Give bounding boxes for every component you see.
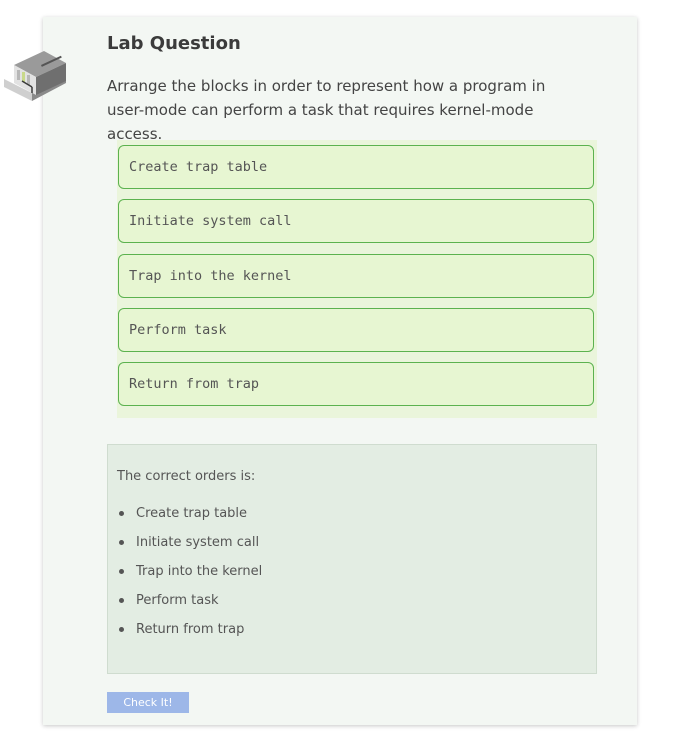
bullet-icon [119, 627, 124, 632]
answer-list: Create trap table Initiate system call T… [108, 505, 262, 650]
draggable-block[interactable]: Trap into the kernel [118, 254, 594, 298]
page-title: Lab Question [107, 33, 241, 54]
bullet-icon [119, 540, 124, 545]
answer-item-text: Perform task [136, 593, 219, 608]
answer-list-item: Return from trap [108, 621, 262, 650]
bullet-icon [119, 569, 124, 574]
question-prompt: Arrange the blocks in order to represent… [107, 77, 546, 143]
draggable-block[interactable]: Initiate system call [118, 199, 594, 243]
answer-list-item: Trap into the kernel [108, 563, 262, 592]
bullet-icon [119, 598, 124, 603]
blocks-container: Create trap table Initiate system call T… [117, 140, 597, 418]
answer-item-text: Create trap table [136, 506, 248, 521]
answer-list-item: Initiate system call [108, 534, 262, 563]
bullet-icon [119, 511, 124, 516]
answer-list-item: Create trap table [108, 505, 262, 534]
draggable-block[interactable]: Perform task [118, 308, 594, 352]
draggable-block[interactable]: Create trap table [118, 145, 594, 189]
draggable-block[interactable]: Return from trap [118, 362, 594, 406]
answer-item-text: Trap into the kernel [136, 564, 263, 579]
answer-feedback-box: The correct orders is: Create trap table… [107, 444, 597, 674]
answer-item-text: Return from trap [136, 622, 245, 637]
lab-building-icon [4, 51, 66, 101]
answer-intro: The correct orders is: [117, 469, 256, 484]
answer-list-item: Perform task [108, 592, 262, 621]
check-it-button[interactable]: Check It! [107, 692, 189, 713]
answer-item-text: Initiate system call [136, 535, 260, 550]
